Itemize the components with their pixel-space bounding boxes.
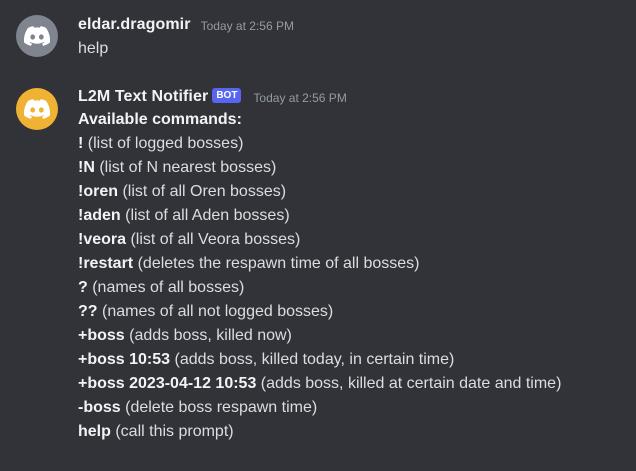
timestamp[interactable]: Today at 2:56 PM [201, 19, 294, 33]
message-header: eldar.dragomir Today at 2:56 PM [78, 14, 626, 36]
command-description: (adds boss, killed today, in certain tim… [170, 351, 455, 368]
command-name: ?? [78, 303, 98, 320]
command-line: !aden (list of all Aden bosses) [78, 204, 626, 228]
username[interactable]: L2M Text Notifier [78, 88, 208, 106]
command-description: (list of N nearest bosses) [94, 159, 277, 176]
discord-logo-icon [24, 26, 50, 46]
command-name: +boss 2023-04-12 10:53 [78, 375, 257, 392]
avatar[interactable] [16, 15, 58, 57]
command-description: (adds boss, killed now) [124, 327, 292, 344]
message-header: L2M Text Notifier BOT Today at 2:56 PM [78, 86, 626, 108]
username[interactable]: eldar.dragomir [78, 16, 191, 34]
message-bot: L2M Text Notifier BOT Today at 2:56 PM A… [0, 78, 636, 471]
command-description: (adds boss, killed at certain date and t… [256, 375, 562, 392]
avatar[interactable] [16, 88, 58, 130]
command-line: !oren (list of all Oren bosses) [78, 180, 626, 204]
command-description: (names of all not logged bosses) [97, 303, 334, 320]
command-description: (names of all bosses) [87, 279, 245, 296]
command-line: ?? (names of all not logged bosses) [78, 300, 626, 324]
command-name: !oren [78, 183, 118, 200]
command-name: +boss [78, 327, 125, 344]
command-description: (list of logged bosses) [83, 135, 244, 152]
command-line: +boss 10:53 (adds boss, killed today, in… [78, 348, 626, 372]
command-description: (delete boss respawn time) [120, 399, 318, 416]
bot-tag: BOT [212, 87, 242, 103]
command-description: (list of all Oren bosses) [118, 183, 287, 200]
command-line: +boss 2023-04-12 10:53 (adds boss, kille… [78, 372, 626, 396]
command-line: ! (list of logged bosses) [78, 132, 626, 156]
commands-title: Available commands: [78, 111, 242, 128]
command-name: !N [78, 159, 95, 176]
command-description: (list of all Veora bosses) [126, 231, 301, 248]
command-name: !restart [78, 255, 134, 272]
commands-list: Available commands: ! (list of logged bo… [78, 108, 626, 444]
command-name: ? [78, 279, 88, 296]
message-user: eldar.dragomir Today at 2:56 PM help [0, 0, 636, 70]
command-line: ? (names of all bosses) [78, 276, 626, 300]
command-line: !N (list of N nearest bosses) [78, 156, 626, 180]
command-name: -boss [78, 399, 121, 416]
command-line: !veora (list of all Veora bosses) [78, 228, 626, 252]
discord-logo-icon [24, 99, 50, 119]
timestamp[interactable]: Today at 2:56 PM [253, 91, 346, 105]
command-line: help (call this prompt) [78, 420, 626, 444]
message-content: eldar.dragomir Today at 2:56 PM help [78, 14, 626, 61]
command-name: +boss 10:53 [78, 351, 171, 368]
command-description: (deletes the respawn time of all bosses) [133, 255, 420, 272]
command-description: (call this prompt) [110, 423, 234, 440]
command-name: !aden [78, 207, 121, 224]
message-content: L2M Text Notifier BOT Today at 2:56 PM A… [78, 86, 626, 444]
command-name: !veora [78, 231, 127, 248]
command-name: help [78, 423, 111, 440]
command-line: -boss (delete boss respawn time) [78, 396, 626, 420]
message-text: help [78, 40, 109, 57]
command-line: +boss (adds boss, killed now) [78, 324, 626, 348]
command-description: (list of all Aden bosses) [120, 207, 290, 224]
command-line: !restart (deletes the respawn time of al… [78, 252, 626, 276]
